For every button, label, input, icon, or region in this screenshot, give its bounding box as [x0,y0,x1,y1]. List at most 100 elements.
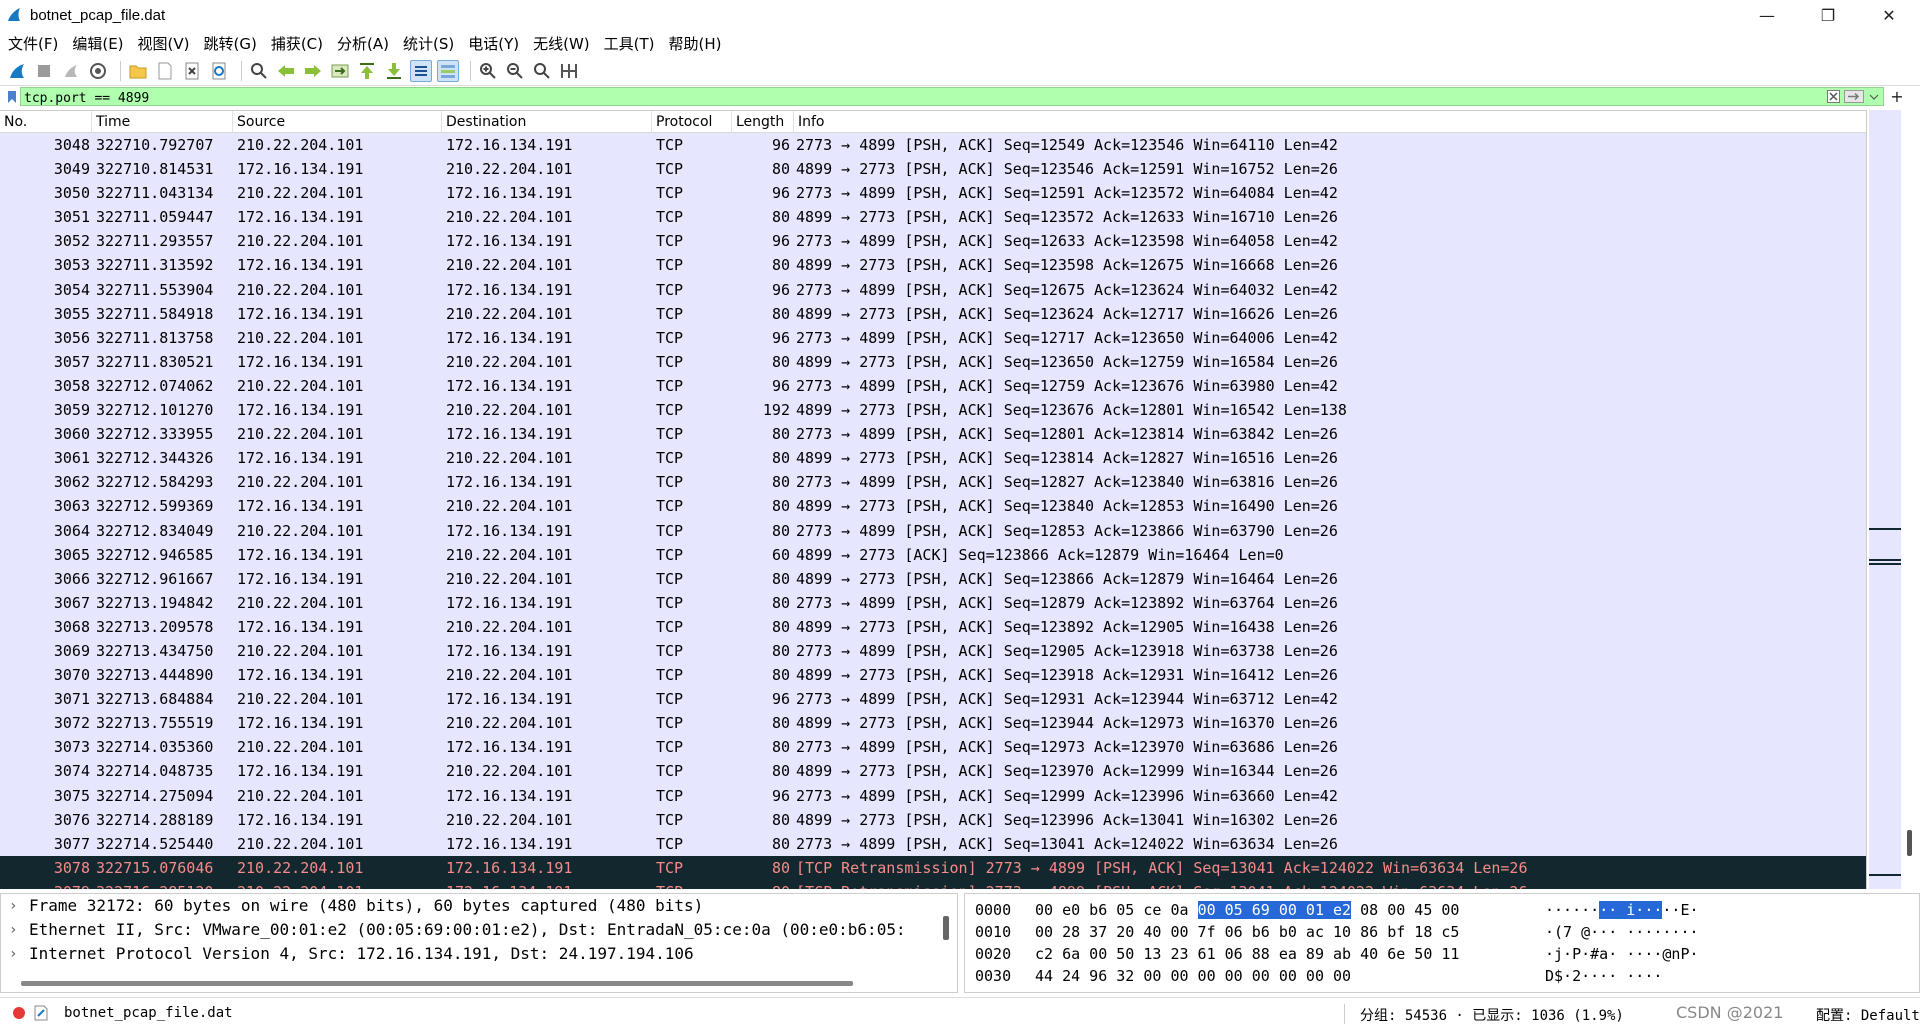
packet-row[interactable]: 3048 322710.792707 210.22.204.101 172.16.13… [0,133,1866,158]
clear-filter-icon[interactable] [1826,88,1840,105]
packet-row[interactable]: 3052 322711.293557 210.22.204.101 172.16.13… [0,229,1866,254]
expert-info-icon[interactable] [12,1006,26,1024]
detail-row-frame[interactable]: › Frame 32172: 60 bytes on wire (480 bit… [1,894,957,918]
packet-row[interactable]: 3077 322714.525440 210.22.204.101 172.16.13… [0,831,1866,856]
packet-row[interactable]: 3066 322712.961667 172.16.134.191 210.22.20… [0,566,1866,591]
details-vertical-scrollbar[interactable] [943,916,949,940]
packet-row[interactable]: 3060 322712.333955 210.22.204.101 172.16.13… [0,422,1866,447]
packet-row[interactable]: 3049 322710.814531 172.16.134.191 210.22.20… [0,157,1866,182]
apply-filter-icon[interactable] [1843,88,1865,105]
go-back-icon[interactable] [275,60,297,82]
packet-list-scrollbar[interactable] [1866,110,1920,889]
menu-go[interactable]: 跳转(G) [204,33,257,54]
stop-capture-icon[interactable] [33,60,55,82]
packet-row[interactable]: 3065 322712.946585 172.16.134.191 210.22.20… [0,542,1866,567]
zoom-out-icon[interactable] [504,60,526,82]
packet-row[interactable]: 3076 322714.288189 172.16.134.191 210.22.20… [0,807,1866,832]
reload-file-icon[interactable] [208,60,230,82]
packet-row[interactable]: 3051 322711.059447 172.16.134.191 210.22.20… [0,205,1866,230]
go-to-last-icon[interactable] [383,60,405,82]
detail-row-ethernet[interactable]: › Ethernet II, Src: VMware_00:01:e2 (00:… [1,918,957,942]
menu-view[interactable]: 视图(V) [138,33,190,54]
packet-source: 210.22.204.101 [237,136,364,154]
chevron-right-icon[interactable]: › [9,942,17,966]
restart-capture-icon[interactable] [60,60,82,82]
minimize-button[interactable]: — [1738,0,1796,30]
menu-statistics[interactable]: 统计(S) [403,33,454,54]
hex-row[interactable]: 0010 00 28 37 20 40 00 7f 06 b6 b0 ac 10… [965,921,1920,943]
packet-row[interactable]: 3070 322713.444890 172.16.134.191 210.22.20… [0,663,1866,688]
start-capture-icon[interactable] [6,60,28,82]
display-filter-input[interactable] [21,90,1883,107]
chevron-right-icon[interactable]: › [9,918,17,942]
autoscroll-icon[interactable] [410,59,432,82]
filter-bookmark-icon[interactable] [4,88,20,106]
packet-row[interactable]: 3069 322713.434750 210.22.204.101 172.16.13… [0,638,1866,664]
col-header-protocol[interactable]: Protocol [652,111,732,133]
resize-columns-icon[interactable] [558,60,580,82]
colorize-icon[interactable] [437,59,459,82]
filter-history-dropdown[interactable] [1868,88,1880,105]
packet-row[interactable]: 3062 322712.584293 210.22.204.101 172.16.13… [0,470,1866,495]
packet-row[interactable]: 3053 322711.313592 172.16.134.191 210.22.20… [0,253,1866,278]
hex-row[interactable]: 0000 00 e0 b6 05 ce 0a 00 05 69 00 01 e2… [965,899,1920,921]
packet-row[interactable]: 3058 322712.074062 210.22.204.101 172.16.13… [0,373,1866,399]
restore-button[interactable]: ❐ [1799,0,1857,30]
col-header-length[interactable]: Length [732,111,794,133]
packet-row[interactable]: 3078 322715.076046 210.22.204.101 172.16.13… [0,855,1866,880]
col-header-no[interactable]: No. [0,111,92,133]
go-forward-icon[interactable] [302,60,324,82]
menu-help[interactable]: 帮助(H) [669,33,722,54]
packet-row[interactable]: 3061 322712.344326 172.16.134.191 210.22.20… [0,446,1866,471]
packet-row[interactable]: 3074 322714.048735 172.16.134.191 210.22.20… [0,759,1866,784]
scroll-thumb[interactable] [1907,830,1912,856]
packet-row[interactable]: 3063 322712.599369 172.16.134.191 210.22.20… [0,494,1866,519]
col-header-time[interactable]: Time [92,111,233,133]
zoom-in-icon[interactable] [477,60,499,82]
capture-options-icon[interactable] [87,60,109,82]
menu-file[interactable]: 文件(F) [8,33,58,54]
packet-minimap[interactable] [1869,110,1901,889]
detail-row-ipv4[interactable]: › Internet Protocol Version 4, Src: 172.… [1,942,957,966]
menu-capture[interactable]: 捕获(C) [271,33,323,54]
packet-row[interactable]: 3059 322712.101270 172.16.134.191 210.22.20… [0,398,1866,423]
close-file-icon[interactable] [181,60,203,82]
find-packet-icon[interactable] [248,60,270,82]
packet-row[interactable]: 3054 322711.553904 210.22.204.101 172.16.13… [0,277,1866,302]
packet-row[interactable]: 3055 322711.584918 172.16.134.191 210.22.20… [0,301,1866,326]
menu-analyze[interactable]: 分析(A) [337,33,389,54]
hex-ascii: D$·2···· ···· [1545,967,1663,985]
packet-row[interactable]: 3068 322713.209578 172.16.134.191 210.22.20… [0,614,1866,639]
menu-wireless[interactable]: 无线(W) [533,33,590,54]
hex-row[interactable]: 0030 44 24 96 32 00 00 00 00 00 00 00 00… [965,965,1920,987]
chevron-right-icon[interactable]: › [9,894,17,918]
add-filter-button-icon[interactable]: + [1890,87,1904,106]
close-button[interactable]: ✕ [1860,0,1918,30]
col-header-info[interactable]: Info [794,111,1866,133]
menu-edit[interactable]: 编辑(E) [72,33,123,54]
packet-source: 210.22.204.101 [237,690,364,709]
packet-row[interactable]: 3071 322713.684884 210.22.204.101 172.16.13… [0,687,1866,712]
status-profile[interactable]: 配置: Default [1816,1005,1920,1025]
packet-row[interactable]: 3050 322711.043134 210.22.204.101 172.16.13… [0,181,1866,206]
packet-row[interactable]: 3067 322713.194842 210.22.204.101 172.16.13… [0,590,1866,615]
col-header-destination[interactable]: Destination [442,111,652,133]
col-header-source[interactable]: Source [233,111,442,133]
zoom-reset-icon[interactable] [531,60,553,82]
packet-row[interactable]: 3075 322714.275094 210.22.204.101 172.16.13… [0,783,1866,808]
packet-row[interactable]: 3064 322712.834049 210.22.204.101 172.16.13… [0,518,1866,543]
packet-row[interactable]: 3072 322713.755519 172.16.134.191 210.22.20… [0,711,1866,736]
details-horizontal-scrollbar[interactable] [21,981,853,986]
packet-row[interactable]: 3056 322711.813758 210.22.204.101 172.16.13… [0,325,1866,350]
capture-comment-icon[interactable] [34,1005,48,1025]
open-file-icon[interactable] [127,60,149,82]
packet-row[interactable]: 3057 322711.830521 172.16.134.191 210.22.20… [0,349,1866,374]
menu-telephony[interactable]: 电话(Y) [468,33,519,54]
hex-row[interactable]: 0020 c2 6a 00 50 13 23 61 06 88 ea 89 ab… [965,943,1920,965]
save-file-icon[interactable] [154,60,176,82]
go-to-first-icon[interactable] [356,60,378,82]
packet-row[interactable]: 3073 322714.035360 210.22.204.101 172.16.13… [0,735,1866,760]
menu-tools[interactable]: 工具(T) [604,33,655,54]
packet-row[interactable]: 3079 322716.285120 210.22.204.101 172.16.13… [0,879,1866,889]
go-to-packet-icon[interactable] [329,60,351,82]
